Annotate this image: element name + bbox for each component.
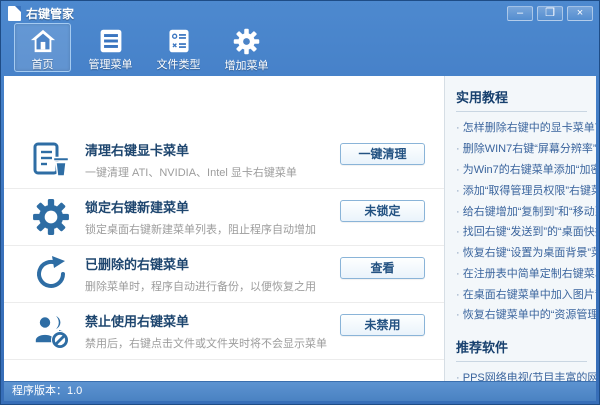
- content-area: 清理右键显卡菜单 一键清理 ATI、NVIDIA、Intel 显卡右键菜单 一键…: [4, 76, 596, 381]
- window-controls: – ❐ ×: [507, 5, 593, 21]
- tutorials-group: 实用教程 怎样删除右键中的显卡菜单？ 删除WIN7右键“屏幕分辨率”攻略 为Wi…: [456, 87, 596, 325]
- window-title: 右键管家: [26, 6, 75, 21]
- section-deleted-menus: 已删除的右键菜单 删除菜单时，程序自动进行备份，以便恢复之用 查看: [4, 246, 444, 303]
- close-button[interactable]: ×: [567, 5, 593, 21]
- view-deleted-button[interactable]: 查看: [340, 257, 425, 279]
- titlebar: 右键管家 – ❐ ×: [1, 1, 599, 22]
- tab-add-menu[interactable]: 增加菜单: [218, 23, 275, 72]
- software-header: 推荐软件: [456, 337, 587, 362]
- statusbar: 程序版本：1.0: [4, 381, 596, 401]
- app-window: 右键管家 – ❐ × 首页 管理菜单 文件类型 增加菜单 清理右键显卡菜单 一键…: [0, 0, 600, 405]
- tutorial-link[interactable]: 给右键增加“复制到”和“移动到”功能: [456, 200, 596, 221]
- section-clean-gpu-menu: 清理右键显卡菜单 一键清理 ATI、NVIDIA、Intel 显卡右键菜单 一键…: [4, 132, 444, 189]
- clean-gpu-menu-button[interactable]: 一键清理: [340, 143, 425, 165]
- add-menu-icon: [233, 28, 260, 55]
- main-pane: 清理右键显卡菜单 一键清理 ATI、NVIDIA、Intel 显卡右键菜单 一键…: [4, 76, 444, 381]
- tutorial-link[interactable]: 在注册表中简单定制右键菜单: [456, 262, 596, 283]
- section-description: 删除菜单时，程序自动进行备份，以便恢复之用: [85, 281, 316, 293]
- tutorial-link[interactable]: 恢复右键菜单中的“资源管理器”: [456, 304, 596, 325]
- minimize-button[interactable]: –: [507, 5, 533, 21]
- tutorial-link[interactable]: 怎样删除右键中的显卡菜单？: [456, 117, 596, 138]
- manage-menu-icon: [98, 28, 124, 54]
- section-description: 锁定桌面右键新建菜单列表，阻止程序自动增加: [85, 224, 316, 236]
- main-toolbar: 首页 管理菜单 文件类型 增加菜单: [1, 22, 599, 75]
- section-title: 禁止使用右键菜单: [85, 314, 190, 329]
- tab-file-type-label: 文件类型: [156, 59, 201, 71]
- tutorials-header: 实用教程: [456, 87, 587, 112]
- tab-file-type[interactable]: 文件类型: [150, 23, 207, 72]
- file-type-icon: [166, 28, 192, 54]
- lock-new-menu-button[interactable]: 未锁定: [340, 200, 425, 222]
- tab-manage-menu[interactable]: 管理菜单: [82, 23, 139, 72]
- tab-manage-menu-label: 管理菜单: [88, 59, 133, 71]
- tab-home-label: 首页: [31, 59, 54, 71]
- lock-new-menu-icon: [31, 197, 71, 237]
- maximize-button[interactable]: ❐: [537, 5, 563, 21]
- tutorial-link[interactable]: 恢复右键“设置为桌面背景”菜单: [456, 242, 596, 263]
- sidebar: 实用教程 怎样删除右键中的显卡菜单？ 删除WIN7右键“屏幕分辨率”攻略 为Wi…: [444, 76, 596, 381]
- section-title: 已删除的右键菜单: [85, 257, 190, 272]
- section-lock-new-menu: 锁定右键新建菜单 锁定桌面右键新建菜单列表，阻止程序自动增加 未锁定: [4, 189, 444, 246]
- section-description: 禁用后，右键点击文件或文件夹时将不会显示菜单: [85, 338, 327, 350]
- tab-home[interactable]: 首页: [14, 23, 71, 72]
- disable-context-menu-icon: [31, 311, 71, 351]
- restore-deleted-menu-icon: [31, 254, 71, 294]
- section-description: 一键清理 ATI、NVIDIA、Intel 显卡右键菜单: [85, 167, 297, 179]
- tutorial-link[interactable]: 为Win7的右键菜单添加“加密”菜单: [456, 159, 596, 180]
- home-icon: [29, 28, 57, 54]
- disable-context-menu-button[interactable]: 未禁用: [340, 314, 425, 336]
- section-title: 清理右键显卡菜单: [85, 143, 190, 158]
- tutorial-link[interactable]: 删除WIN7右键“屏幕分辨率”攻略: [456, 138, 596, 159]
- app-logo-icon: [8, 5, 21, 21]
- version-label: 程序版本：1.0: [12, 385, 83, 397]
- tutorial-link[interactable]: 找回右键“发送到”的“桌面快捷方式”: [456, 221, 596, 242]
- tutorial-link[interactable]: 添加“取得管理员权限”右键菜单: [456, 179, 596, 200]
- clean-gpu-menu-icon: [31, 140, 71, 180]
- section-disable-context-menu: 禁止使用右键菜单 禁用后，右键点击文件或文件夹时将不会显示菜单 未禁用: [4, 303, 444, 360]
- tab-add-menu-label: 增加菜单: [224, 60, 269, 72]
- software-link[interactable]: PPS网络电视(节目丰富的网络电视): [456, 367, 596, 381]
- software-group: 推荐软件 PPS网络电视(节目丰富的网络电视) 酷狗7(最流行的网络音乐软件) …: [456, 337, 596, 381]
- section-title: 锁定右键新建菜单: [85, 200, 190, 215]
- tutorial-link[interactable]: 在桌面右键菜单中加入图片背景: [456, 283, 596, 304]
